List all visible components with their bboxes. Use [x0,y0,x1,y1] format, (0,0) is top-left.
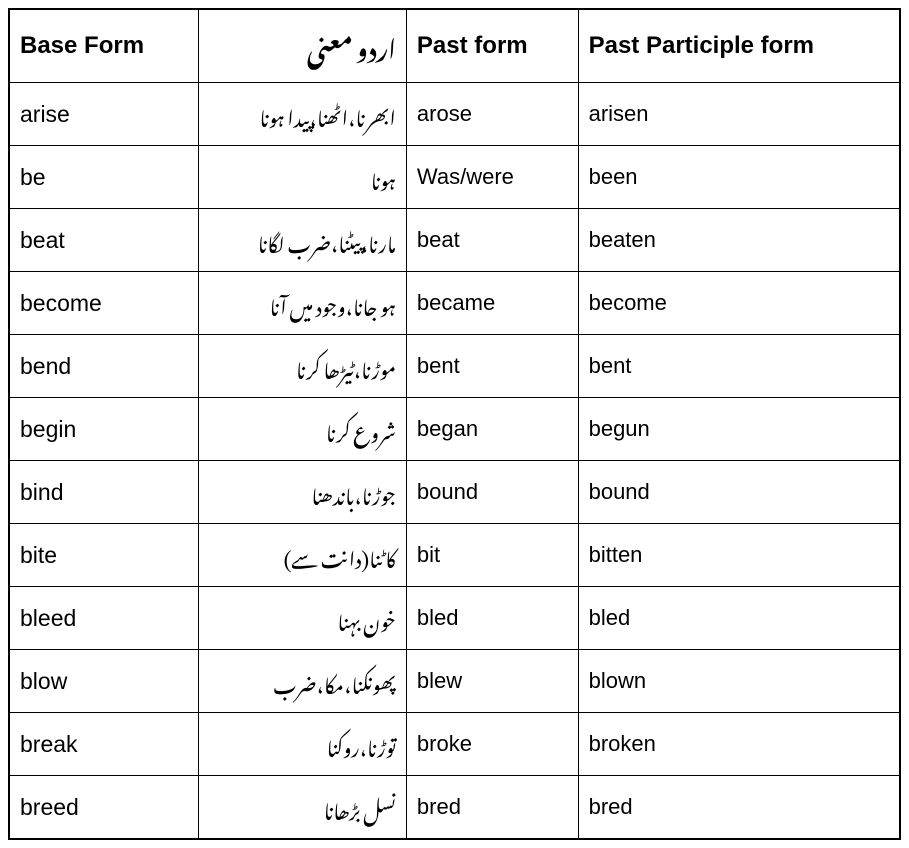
cell-urdu: جوڑنا،باندھنا [199,461,407,524]
cell-urdu: مارنا،پیٹنا،ضرب لگانا [199,209,407,272]
cell-base-form: break [9,713,199,776]
cell-urdu: شروع کرنا [199,398,407,461]
cell-urdu: موڑنا،ٹیڑھا کرنا [199,335,407,398]
cell-past-form: beat [406,209,578,272]
cell-urdu: ہونا [199,146,407,209]
table-row: bindجوڑنا،باندھناboundbound [9,461,900,524]
header-base-form: Base Form [9,9,199,83]
cell-base-form: become [9,272,199,335]
table-row: breakتوڑنا،روکناbrokebroken [9,713,900,776]
table-row: beatمارنا،پیٹنا،ضرب لگاناbeatbeaten [9,209,900,272]
cell-base-form: blow [9,650,199,713]
header-urdu: اردو معنی [199,9,407,83]
cell-past-participle: beaten [578,209,900,272]
cell-past-participle: blown [578,650,900,713]
cell-past-form: blew [406,650,578,713]
cell-base-form: bleed [9,587,199,650]
cell-past-form: Was/were [406,146,578,209]
cell-past-form: began [406,398,578,461]
cell-past-form: arose [406,83,578,146]
table-row: breedنسل بڑھاناbredbred [9,776,900,840]
cell-past-participle: bent [578,335,900,398]
table-row: ariseابھرنا،اٹھنا،پیدا ہوناarosearisen [9,83,900,146]
cell-base-form: bend [9,335,199,398]
verb-forms-table: Base Form اردو معنی Past form Past Parti… [8,8,901,840]
cell-past-participle: broken [578,713,900,776]
header-past-participle: Past Participle form [578,9,900,83]
table-row: bendموڑنا،ٹیڑھا کرناbentbent [9,335,900,398]
table-row: becomeہو جانا،وجود میں آناbecamebecome [9,272,900,335]
cell-past-participle: begun [578,398,900,461]
cell-base-form: bite [9,524,199,587]
cell-base-form: bind [9,461,199,524]
cell-past-participle: arisen [578,83,900,146]
cell-past-form: bled [406,587,578,650]
cell-urdu: کاٹنا(دانت سے) [199,524,407,587]
cell-past-form: bred [406,776,578,840]
cell-past-form: became [406,272,578,335]
cell-base-form: arise [9,83,199,146]
cell-past-form: bent [406,335,578,398]
cell-urdu: توڑنا،روکنا [199,713,407,776]
cell-past-form: broke [406,713,578,776]
cell-base-form: breed [9,776,199,840]
cell-past-participle: bitten [578,524,900,587]
cell-urdu: ہو جانا،وجود میں آنا [199,272,407,335]
table-row: biteکاٹنا(دانت سے)bitbitten [9,524,900,587]
cell-base-form: be [9,146,199,209]
cell-base-form: begin [9,398,199,461]
header-past-form: Past form [406,9,578,83]
table-row: blowپھونکنا،مکا،ضربblewblown [9,650,900,713]
cell-urdu: ابھرنا،اٹھنا،پیدا ہونا [199,83,407,146]
cell-past-participle: been [578,146,900,209]
cell-base-form: beat [9,209,199,272]
table-row: bleedخون بہناbledbled [9,587,900,650]
cell-urdu: پھونکنا،مکا،ضرب [199,650,407,713]
table-row: beginشروع کرناbeganbegun [9,398,900,461]
cell-past-participle: bled [578,587,900,650]
cell-past-participle: bound [578,461,900,524]
cell-urdu: نسل بڑھانا [199,776,407,840]
cell-past-participle: become [578,272,900,335]
cell-past-form: bound [406,461,578,524]
table-row: beہوناWas/werebeen [9,146,900,209]
cell-past-participle: bred [578,776,900,840]
cell-past-form: bit [406,524,578,587]
cell-urdu: خون بہنا [199,587,407,650]
